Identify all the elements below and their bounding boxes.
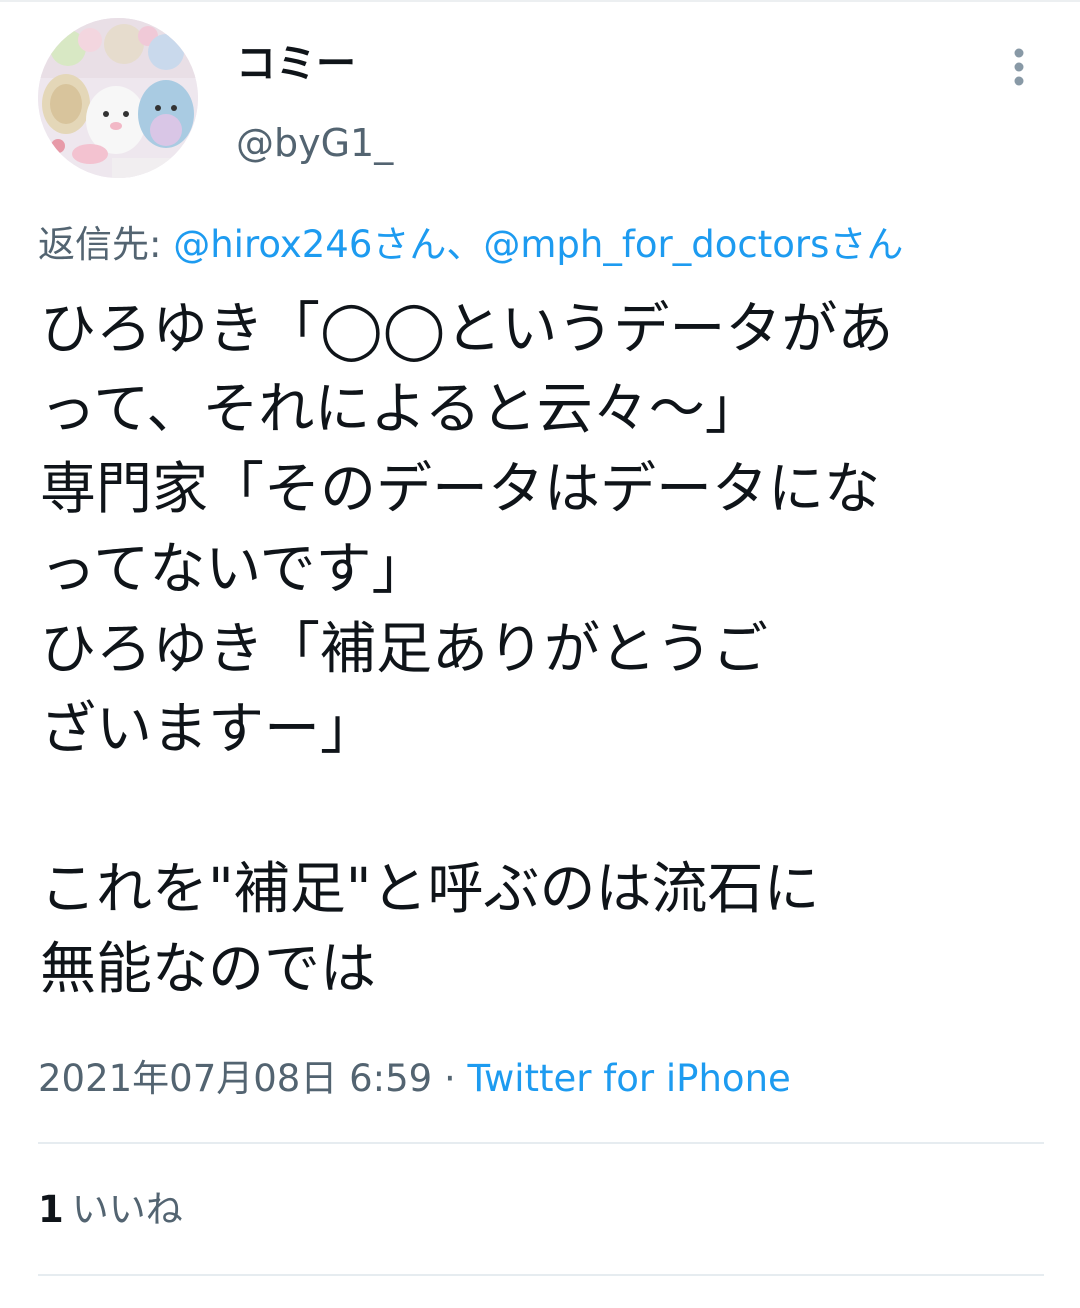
avatar-image bbox=[38, 18, 198, 178]
tweet-blank-line bbox=[40, 770, 1040, 850]
tweet-text: ひろゆき「◯◯というデータがあ って、それによると云々〜」 専門家「そのデータは… bbox=[40, 290, 1040, 1010]
more-vertical-icon bbox=[1014, 48, 1024, 86]
tweet-line: って、それによると云々〜」 bbox=[40, 377, 761, 442]
reply-mention-mph-for-doctors[interactable]: @mph_for_doctorsさん bbox=[483, 223, 903, 266]
divider bbox=[38, 1142, 1044, 1144]
more-options-button[interactable] bbox=[1004, 46, 1034, 88]
user-handle[interactable]: @byG1_ bbox=[236, 120, 393, 166]
reply-separator: 、 bbox=[446, 223, 484, 266]
reply-prefix: 返信先: bbox=[38, 223, 174, 266]
likes-label: いいね bbox=[71, 1188, 183, 1231]
tweet-timestamp[interactable]: 2021年07月08日 6:59 bbox=[38, 1057, 432, 1100]
tweet-line: 無能なのでは bbox=[40, 937, 376, 1002]
display-name[interactable]: コミー bbox=[236, 40, 356, 88]
reply-context: 返信先: @hirox246さん、@mph_for_doctorsさん bbox=[38, 222, 903, 268]
tweet-line: ひろゆき「◯◯というデータがあ bbox=[40, 297, 894, 362]
tweet-line: ひろゆき「補足ありがとうご bbox=[40, 617, 768, 682]
tweet-source-link[interactable]: Twitter for iPhone bbox=[467, 1057, 790, 1100]
meta-dot: · bbox=[432, 1057, 468, 1100]
tweet-line: これを"補足"と呼ぶのは流石に bbox=[40, 857, 820, 922]
likes-count: 1 bbox=[38, 1188, 64, 1231]
avatar[interactable] bbox=[38, 18, 198, 178]
tweet-line: ってないです」 bbox=[40, 537, 428, 602]
top-divider bbox=[0, 0, 1080, 2]
tweet-meta: 2021年07月08日 6:59 · Twitter for iPhone bbox=[38, 1056, 791, 1102]
divider bbox=[38, 1274, 1044, 1276]
likes-stat[interactable]: 1 いいね bbox=[38, 1186, 183, 1234]
tweet-header: コミー @byG1_ bbox=[38, 18, 1048, 188]
reply-mention-hirox246[interactable]: @hirox246さん bbox=[173, 223, 446, 266]
tweet-line: ざいますー」 bbox=[40, 697, 376, 762]
tweet-line: 専門家「そのデータはデータにな bbox=[40, 457, 880, 522]
